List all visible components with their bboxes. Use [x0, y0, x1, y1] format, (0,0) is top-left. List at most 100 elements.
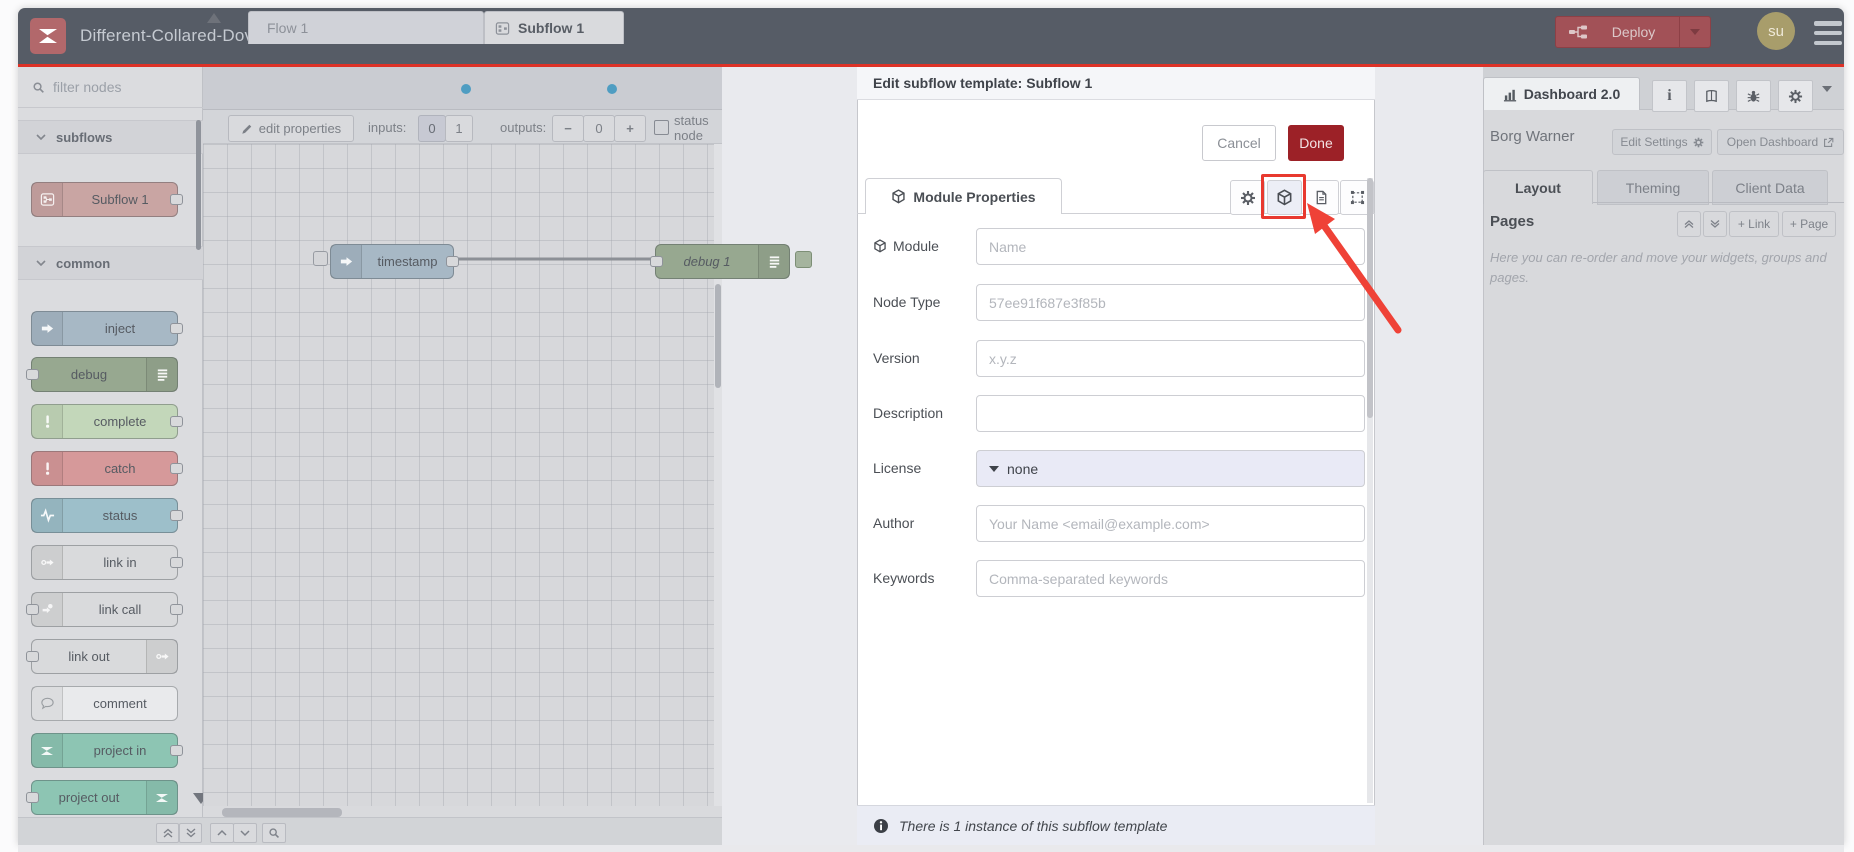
input-port[interactable]	[650, 256, 663, 267]
description-button[interactable]	[1304, 180, 1339, 215]
input-port[interactable]	[26, 604, 39, 615]
palette-node-debug[interactable]: debug	[26, 357, 178, 392]
canvas-hscrollbar-thumb[interactable]	[222, 808, 342, 817]
help-tab-button[interactable]	[1694, 80, 1729, 112]
debug-icon	[758, 245, 789, 278]
canvas-vscrollbar-thumb[interactable]	[715, 284, 721, 388]
config-tab-button[interactable]	[1778, 80, 1813, 112]
output-port[interactable]	[170, 557, 183, 568]
palette-node-comment[interactable]: comment	[31, 686, 178, 721]
main-menu-icon[interactable]	[1814, 21, 1842, 45]
keywords-input[interactable]	[976, 560, 1365, 597]
palette-node-status[interactable]: status	[31, 498, 183, 533]
move-up-button[interactable]	[1677, 211, 1701, 237]
subflow-properties-button[interactable]	[1230, 180, 1265, 215]
open-dashboard-button[interactable]: Open Dashboard	[1717, 129, 1844, 155]
palette-node-inject[interactable]: inject	[31, 311, 183, 346]
palette-search-input[interactable]: filter nodes	[18, 67, 203, 108]
tab-flow-1[interactable]: Flow 1	[248, 11, 484, 44]
palette-node-project-out[interactable]: project out	[26, 780, 178, 815]
bug-icon	[1746, 89, 1761, 104]
book-icon	[1704, 89, 1719, 104]
node-label: catch	[104, 461, 136, 476]
palette-scrollbar[interactable]	[196, 120, 201, 250]
debug-tab-button[interactable]	[1736, 80, 1771, 112]
palette-node-complete[interactable]: complete	[31, 404, 183, 439]
palette-node-subflow-1[interactable]: Subflow 1	[31, 182, 183, 217]
gear-icon	[1693, 137, 1704, 148]
outputs-increase-button[interactable]: +	[614, 115, 646, 142]
output-port[interactable]	[170, 510, 183, 521]
edit-settings-button[interactable]: Edit Settings	[1612, 129, 1712, 155]
palette-node-link-out[interactable]: link out	[26, 639, 178, 674]
canvas-node-timestamp[interactable]: timestamp	[330, 244, 459, 279]
description-input[interactable]	[976, 395, 1365, 432]
palette-section-subflows[interactable]: subflows	[18, 120, 203, 154]
canvas-zoom-search-button[interactable]	[262, 823, 286, 843]
output-port[interactable]	[170, 323, 183, 334]
info-tab-button[interactable]: i	[1652, 80, 1687, 112]
debug-enable-toggle[interactable]	[795, 251, 812, 268]
inputs-1-button[interactable]: 1	[445, 115, 473, 142]
sidebar-more-caret-icon[interactable]	[1822, 86, 1832, 110]
output-port[interactable]	[170, 604, 183, 615]
outputs-decrease-button[interactable]: −	[552, 115, 584, 142]
inputs-label: inputs:	[368, 120, 407, 135]
palette-node-link-in[interactable]: link in	[31, 545, 183, 580]
output-port[interactable]	[446, 256, 459, 267]
flow-canvas[interactable]	[203, 144, 714, 806]
debug-icon	[146, 358, 177, 391]
canvas-node-debug-1[interactable]: debug 1	[650, 244, 790, 279]
status-node-checkbox[interactable]	[654, 120, 669, 135]
chevron-down-icon	[36, 134, 46, 140]
user-avatar[interactable]: su	[1757, 12, 1795, 50]
external-link-icon	[1823, 137, 1834, 148]
palette-node-project-in[interactable]: project in	[31, 733, 183, 768]
button-label: Open Dashboard	[1726, 135, 1819, 149]
toolbar-collapse-icon[interactable]	[207, 13, 221, 23]
edit-properties-button[interactable]: edit properties	[228, 115, 354, 142]
deploy-options-caret[interactable]	[1679, 17, 1710, 47]
tab-subflow-1[interactable]: Subflow 1	[484, 11, 624, 44]
input-port[interactable]	[26, 792, 39, 803]
tab-dashboard-2[interactable]: Dashboard 2.0	[1483, 77, 1640, 110]
add-page-button[interactable]: + Page	[1782, 211, 1836, 237]
dialog-scrollbar-thumb[interactable]	[1367, 178, 1373, 418]
tab-module-properties[interactable]: Module Properties	[865, 178, 1062, 214]
info-icon: i	[1667, 87, 1672, 104]
sidebar-tab-layout[interactable]: Layout	[1483, 170, 1593, 204]
output-port[interactable]	[170, 194, 183, 205]
dialog-title: Edit subflow template: Subflow 1	[873, 75, 1093, 91]
wire-timestamp-to-debug[interactable]	[450, 250, 665, 270]
cancel-button[interactable]: Cancel	[1202, 125, 1276, 161]
done-button[interactable]: Done	[1288, 125, 1344, 161]
module-input[interactable]	[976, 228, 1365, 265]
palette-expand-all-button[interactable]	[179, 823, 202, 843]
subflow-icon	[495, 21, 510, 36]
palette-node-catch[interactable]: catch	[31, 451, 183, 486]
move-down-button[interactable]	[1703, 211, 1727, 237]
canvas-nav-down-button[interactable]	[233, 823, 257, 843]
dialog-titlebar: Edit subflow template: Subflow 1	[857, 67, 1375, 100]
palette-collapse-all-button[interactable]	[156, 823, 179, 843]
version-input[interactable]	[976, 340, 1365, 377]
input-port[interactable]	[26, 369, 39, 380]
license-select[interactable]: none	[976, 450, 1365, 487]
inject-trigger-button[interactable]	[313, 251, 328, 266]
sidebar-tab-client-data[interactable]: Client Data	[1712, 170, 1828, 205]
deploy-button[interactable]: Deploy	[1555, 16, 1711, 48]
outputs-value[interactable]: 0	[583, 115, 615, 142]
canvas-nav-up-button[interactable]	[210, 823, 234, 843]
output-port[interactable]	[170, 463, 183, 474]
inputs-0-button[interactable]: 0	[418, 115, 446, 142]
output-port[interactable]	[170, 745, 183, 756]
input-port[interactable]	[26, 651, 39, 662]
license-value: none	[1007, 460, 1039, 477]
sidebar-tab-theming[interactable]: Theming	[1597, 170, 1709, 205]
add-link-button[interactable]: + Link	[1729, 211, 1779, 237]
author-input[interactable]	[976, 505, 1365, 542]
palette-section-common[interactable]: common	[18, 246, 203, 280]
output-port[interactable]	[170, 416, 183, 427]
palette-node-link-call[interactable]: link call	[26, 592, 183, 627]
node-type-input[interactable]	[976, 284, 1365, 321]
